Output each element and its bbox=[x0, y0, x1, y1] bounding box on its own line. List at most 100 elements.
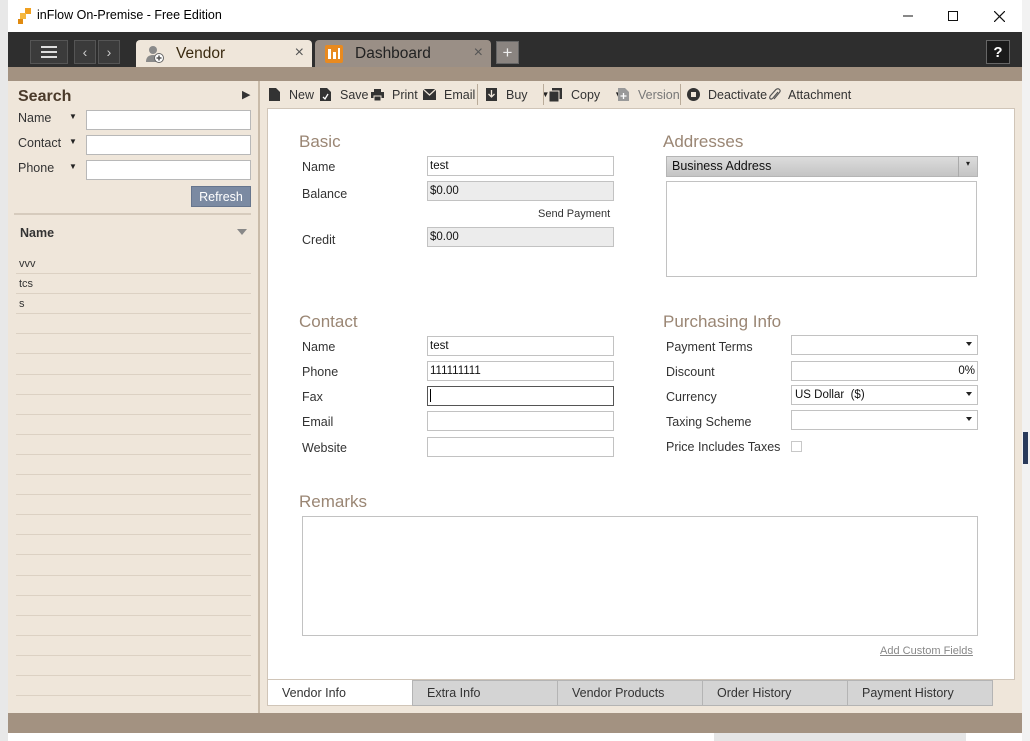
payment-terms-select[interactable] bbox=[791, 335, 978, 355]
list-item[interactable] bbox=[16, 375, 251, 395]
address-type-dropdown[interactable]: Business Address bbox=[666, 156, 978, 177]
new-button[interactable]: New bbox=[269, 81, 314, 108]
balance-field: $0.00 bbox=[427, 181, 614, 201]
address-type-dropdown-arrow[interactable]: ▾ bbox=[958, 156, 978, 177]
list-item[interactable] bbox=[16, 455, 251, 476]
price-includes-taxes-checkbox[interactable] bbox=[791, 441, 802, 452]
search-contact-input[interactable] bbox=[86, 135, 251, 155]
new-document-icon bbox=[269, 88, 280, 101]
website-input[interactable] bbox=[427, 437, 614, 457]
basic-section-title: Basic bbox=[299, 132, 341, 151]
list-item[interactable] bbox=[16, 535, 251, 556]
phone-input[interactable]: 111111111 bbox=[427, 361, 614, 381]
list-item[interactable]: s bbox=[16, 294, 251, 315]
close-window-button[interactable] bbox=[976, 0, 1022, 32]
list-item[interactable] bbox=[16, 475, 251, 496]
list-item[interactable] bbox=[16, 636, 251, 656]
list-item[interactable] bbox=[16, 354, 251, 375]
dashboard-icon bbox=[325, 44, 343, 63]
close-tab-icon[interactable]: × bbox=[295, 44, 304, 62]
list-item[interactable] bbox=[16, 495, 251, 516]
save-icon bbox=[320, 88, 331, 101]
deactivate-button-label: Deactivate bbox=[708, 87, 768, 102]
list-item[interactable]: tcs bbox=[16, 274, 251, 295]
credit-label: Credit bbox=[302, 233, 336, 247]
fax-label: Fax bbox=[302, 390, 323, 404]
attachment-button[interactable]: Attachment bbox=[769, 81, 851, 108]
list-item[interactable] bbox=[16, 395, 251, 415]
contact-name-input[interactable]: test bbox=[427, 336, 614, 356]
save-button[interactable]: Save bbox=[320, 81, 369, 108]
search-name-field-selector-icon[interactable]: ▼ bbox=[69, 112, 77, 121]
forward-button[interactable]: › bbox=[98, 40, 120, 64]
help-button[interactable]: ? bbox=[986, 40, 1010, 64]
main-menu-button[interactable] bbox=[30, 40, 68, 64]
list-item[interactable] bbox=[16, 676, 251, 697]
taxing-scheme-select[interactable] bbox=[791, 410, 978, 430]
tab-vendor-products[interactable]: Vendor Products bbox=[557, 680, 703, 706]
discount-input[interactable]: 0% bbox=[791, 361, 978, 381]
tab-dashboard[interactable]: Dashboard × bbox=[315, 40, 491, 67]
close-tab-icon[interactable]: × bbox=[474, 44, 483, 62]
list-item[interactable]: vvv bbox=[16, 254, 251, 275]
print-button[interactable]: Print bbox=[371, 81, 418, 108]
deactivate-icon bbox=[687, 88, 700, 101]
refresh-button[interactable]: Refresh bbox=[191, 186, 251, 207]
tab-dashboard-label: Dashboard bbox=[355, 44, 431, 62]
list-column-header-name[interactable]: Name bbox=[20, 226, 54, 240]
minimize-button[interactable] bbox=[885, 0, 931, 32]
list-item[interactable] bbox=[16, 616, 251, 636]
email-button[interactable]: Email bbox=[423, 81, 475, 108]
currency-label: Currency bbox=[666, 390, 717, 404]
send-payment-link[interactable]: Send Payment bbox=[538, 208, 610, 220]
search-name-input[interactable] bbox=[86, 110, 251, 130]
tab-extra-info[interactable]: Extra Info bbox=[412, 680, 558, 706]
list-item[interactable] bbox=[16, 435, 251, 455]
expand-search-icon[interactable]: ▶ bbox=[242, 88, 250, 101]
search-phone-field-selector-icon[interactable]: ▼ bbox=[69, 162, 77, 171]
list-item[interactable] bbox=[16, 334, 251, 355]
vendor-name-input[interactable]: test bbox=[427, 156, 614, 176]
version-button[interactable]: Version bbox=[618, 81, 680, 108]
email-input[interactable] bbox=[427, 411, 614, 431]
search-phone-input[interactable] bbox=[86, 160, 251, 180]
back-button[interactable]: ‹ bbox=[74, 40, 96, 64]
list-item[interactable] bbox=[16, 656, 251, 676]
toolbar-separator bbox=[477, 84, 478, 105]
search-contact-field-selector-icon[interactable]: ▼ bbox=[69, 137, 77, 146]
chevron-down-icon: ▾ bbox=[966, 159, 971, 168]
list-item[interactable] bbox=[16, 314, 251, 335]
add-custom-fields-link[interactable]: Add Custom Fields bbox=[880, 645, 973, 657]
credit-field: $0.00 bbox=[427, 227, 614, 247]
buy-button[interactable]: Buy ▼ bbox=[486, 81, 549, 108]
tab-order-history[interactable]: Order History bbox=[702, 680, 848, 706]
deactivate-button[interactable]: Deactivate bbox=[687, 81, 767, 108]
remarks-textarea[interactable] bbox=[302, 516, 978, 636]
tab-vendor[interactable]: Vendor × bbox=[136, 40, 312, 67]
list-item[interactable] bbox=[16, 515, 251, 536]
chevron-right-icon: › bbox=[106, 44, 112, 60]
print-button-label: Print bbox=[392, 87, 418, 102]
address-textarea[interactable] bbox=[666, 181, 977, 277]
taxing-scheme-label: Taxing Scheme bbox=[666, 415, 752, 429]
sort-arrow-icon[interactable] bbox=[237, 229, 247, 235]
list-item[interactable] bbox=[16, 596, 251, 616]
fax-input[interactable] bbox=[427, 386, 614, 406]
window-title: inFlow On-Premise - Free Edition bbox=[37, 8, 222, 22]
add-tab-button[interactable]: + bbox=[496, 41, 519, 64]
copy-button[interactable]: Copy ▼ bbox=[549, 81, 622, 108]
search-name-label: Name bbox=[18, 111, 52, 125]
maximize-button[interactable] bbox=[930, 0, 976, 32]
currency-select[interactable]: US Dollar ($) bbox=[791, 385, 978, 405]
tab-vendor-info[interactable]: Vendor Info bbox=[267, 680, 413, 706]
list-item[interactable] bbox=[16, 576, 251, 596]
list-separator bbox=[14, 213, 251, 215]
payment-terms-label: Payment Terms bbox=[666, 340, 753, 354]
tab-payment-history[interactable]: Payment History bbox=[847, 680, 993, 706]
list-item[interactable] bbox=[16, 415, 251, 435]
currency-value: US Dollar ($) bbox=[795, 389, 865, 401]
list-item[interactable] bbox=[16, 555, 251, 576]
search-contact-label: Contact bbox=[18, 136, 62, 150]
chevron-down-icon bbox=[966, 417, 972, 421]
chevron-down-icon bbox=[966, 392, 972, 396]
